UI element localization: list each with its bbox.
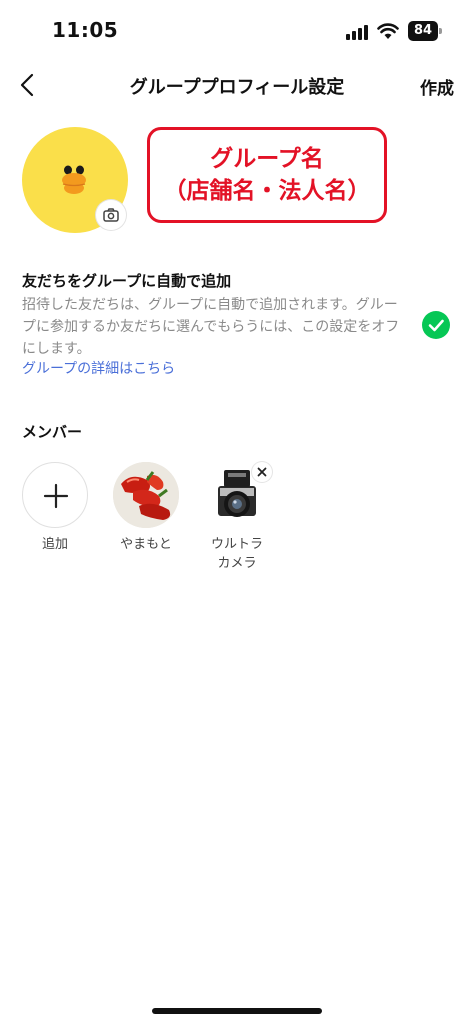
member-name: ウルトラ カメラ [210,537,263,571]
auto-add-title: 友だちをグループに自動で追加 [22,272,232,290]
member-name: やまもと [120,537,172,552]
close-icon [257,467,267,477]
group-details-link[interactable]: グループの詳細はこちら [22,358,175,378]
add-member-circle[interactable] [22,462,88,528]
status-bar: 11:05 84 [0,0,474,62]
add-member-label: 追加 [41,537,68,552]
battery-icon: 84 [408,21,442,41]
member-avatar[interactable] [113,462,179,528]
camera-icon [103,208,119,222]
checkmark-icon [428,319,444,332]
red-peppers-photo-icon [113,462,179,528]
member-item[interactable]: やまもと [103,462,189,554]
change-photo-button[interactable] [96,200,126,230]
auto-add-toggle[interactable] [422,311,450,339]
auto-add-description: 招待した友だちは、グループに自動で追加されます。グループに参加するか友だちに選ん… [22,297,400,357]
signal-icon [346,24,370,40]
page-title: グループプロフィール設定 [129,77,345,98]
battery-level: 84 [408,21,438,41]
nav-bar: グループプロフィール設定 作成 [0,62,474,110]
home-indicator [152,1008,322,1014]
group-name-line1: グループ名 [210,146,324,172]
remove-member-button[interactable] [252,462,272,482]
add-member-button[interactable]: 追加 [12,462,98,554]
status-time: 11:05 [52,18,119,42]
members-heading: メンバー [22,423,83,441]
plus-icon [43,483,69,509]
group-name-field[interactable]: グループ名 （店舗名・法人名） [147,127,387,223]
create-button[interactable]: 作成 [420,74,454,99]
group-name-line2: （店舗名・法人名） [163,178,371,204]
wifi-icon [377,23,399,39]
